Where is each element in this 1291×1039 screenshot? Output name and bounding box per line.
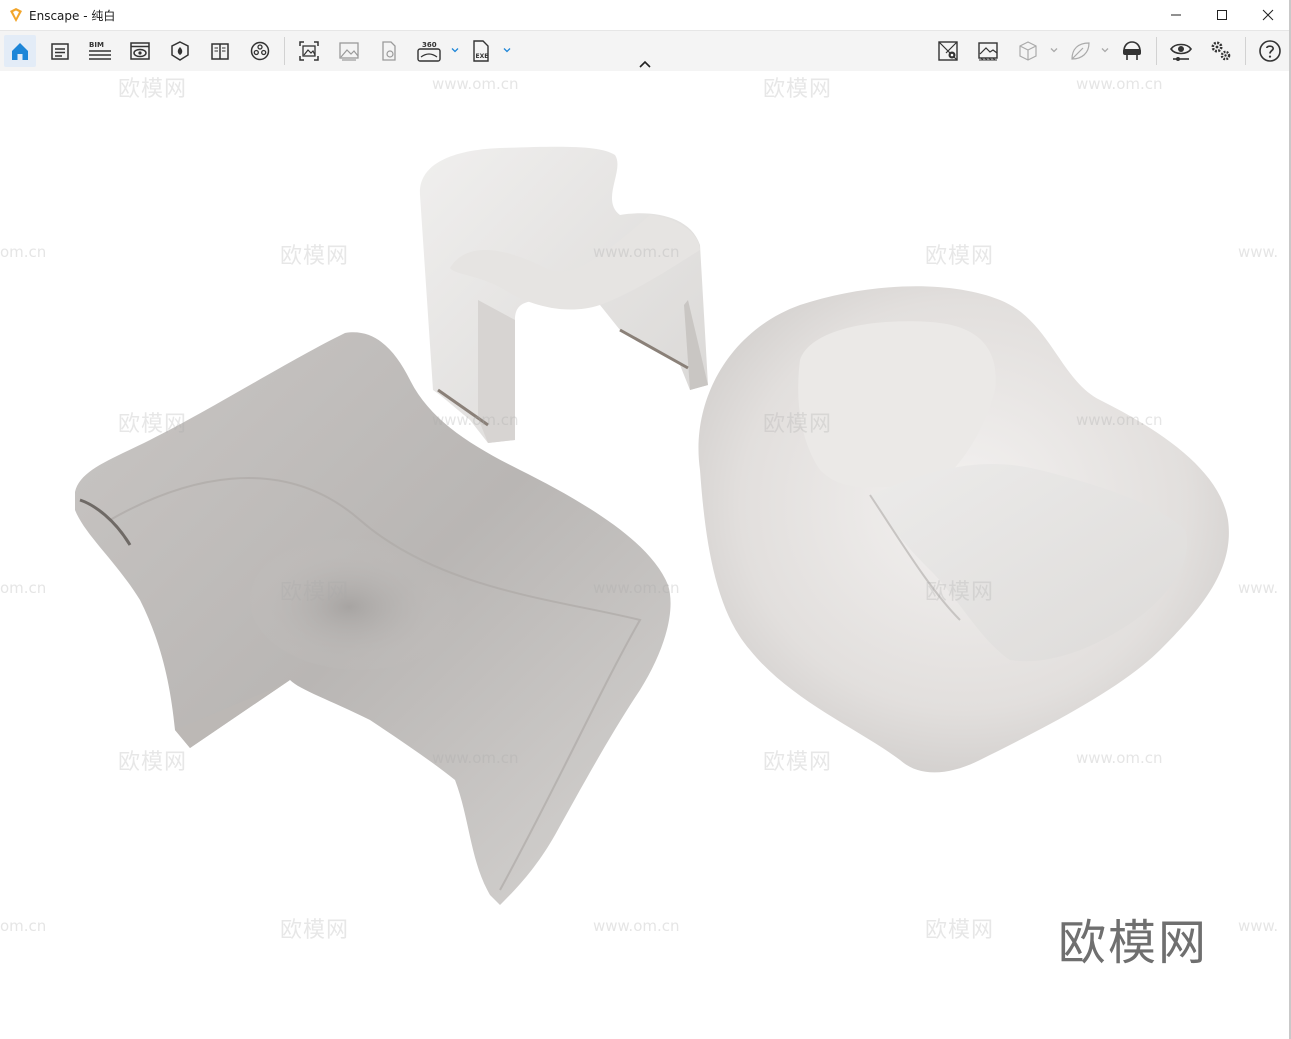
maximize-button[interactable]: [1199, 0, 1245, 30]
watermark-url: www.om.cn: [593, 579, 680, 597]
bim-icon: BIM: [89, 41, 111, 60]
watermark-text: 欧模网: [280, 244, 350, 269]
vr-headset-icon: [1123, 41, 1141, 60]
watermark-text: 欧模网: [118, 412, 188, 437]
watermark-url: www.om.cn: [1076, 411, 1163, 429]
chevron-down-icon[interactable]: [450, 45, 460, 55]
watermark-text: 欧模网: [280, 580, 350, 605]
watermark-url-partial: www.: [1238, 917, 1279, 935]
watermark-text: 欧模网: [118, 750, 188, 775]
settings-button[interactable]: [1205, 35, 1237, 67]
watermark-text: 欧模网: [763, 412, 833, 437]
window-title: Enscape - 纯白: [29, 9, 116, 23]
chevron-down-icon[interactable]: [502, 45, 512, 55]
vr-headset-button[interactable]: [1116, 35, 1148, 67]
screenshot-button[interactable]: [293, 35, 325, 67]
collapse-toolbar-icon[interactable]: [637, 58, 653, 70]
project-info-button[interactable]: [44, 35, 76, 67]
asset-library-icon: [250, 41, 270, 61]
bim-button[interactable]: BIM: [84, 35, 116, 67]
toolbar-separator: [1156, 37, 1157, 65]
materials-button[interactable]: [164, 35, 196, 67]
watermark-text: 欧模网: [118, 77, 188, 102]
render-scene: [75, 146, 1229, 905]
stool-chair: [419, 146, 708, 443]
visual-settings-button[interactable]: [1165, 35, 1197, 67]
panorama-button[interactable]: [373, 35, 405, 67]
settings-icon: [1211, 41, 1231, 61]
home-button[interactable]: [4, 35, 36, 67]
cube-button[interactable]: [1012, 35, 1044, 67]
toolbar-separator: [1245, 37, 1246, 65]
views-button[interactable]: [124, 35, 156, 67]
chevron-down-icon[interactable]: [1049, 45, 1059, 55]
map-button[interactable]: [932, 35, 964, 67]
cube-icon: [1019, 41, 1037, 61]
watermark-url-partial: www.: [1238, 579, 1279, 597]
watermark-url-partial: om.cn: [0, 243, 47, 261]
exe-label: EXE: [476, 53, 489, 60]
leaf-button[interactable]: [1064, 35, 1096, 67]
watermark-text: 欧模网: [925, 918, 995, 943]
watermark-url: www.om.cn: [432, 749, 519, 767]
armchair: [698, 286, 1229, 773]
watermark-text: 欧模网: [280, 918, 350, 943]
watermark-url-partial: om.cn: [0, 917, 47, 935]
exe-export-icon: EXE: [473, 40, 489, 62]
screenshot-icon: [299, 41, 319, 61]
bim-label: BIM: [89, 41, 104, 49]
batch-render-button[interactable]: [333, 35, 365, 67]
360-label: 360: [422, 41, 437, 49]
title-bar: Enscape - 纯白: [0, 0, 1291, 31]
panorama-icon: [382, 41, 396, 61]
chevron-down-icon[interactable]: [1100, 45, 1110, 55]
materials-icon: [171, 41, 189, 61]
maximize-icon: [1217, 10, 1227, 20]
close-icon: [1262, 9, 1274, 21]
watermark-text: 欧模网: [925, 580, 995, 605]
visual-settings-icon: [1170, 43, 1192, 61]
render-viewport[interactable]: 欧模网 www.om.cn 欧模网 www.om.cn om.cn 欧模网 ww…: [0, 71, 1291, 1039]
library-icon: [211, 43, 229, 60]
watermark-text: 欧模网: [925, 244, 995, 269]
help-icon: [1259, 40, 1281, 62]
watermark-url: www.om.cn: [432, 411, 519, 429]
map-icon: [938, 41, 958, 61]
360-export-button[interactable]: 360: [413, 35, 445, 67]
toolbar-separator: [284, 37, 285, 65]
exe-export-button[interactable]: EXE: [465, 35, 497, 67]
asset-library-button[interactable]: [244, 35, 276, 67]
watermark-url: www.om.cn: [1076, 749, 1163, 767]
watermark-url: www.om.cn: [593, 243, 680, 261]
home-icon: [12, 43, 28, 60]
views-icon: [130, 42, 150, 60]
watermark-url: www.om.cn: [432, 75, 519, 93]
project-info-icon: [51, 43, 69, 60]
library-button[interactable]: [204, 35, 236, 67]
close-button[interactable]: [1245, 0, 1291, 30]
batch-render-icon: [339, 42, 359, 61]
watermark-url-partial: www.: [1238, 243, 1279, 261]
atmosphere-icon: [978, 42, 998, 61]
enscape-logo-icon: [10, 8, 22, 22]
atmosphere-button[interactable]: [972, 35, 1004, 67]
help-button[interactable]: [1254, 35, 1286, 67]
minimize-icon: [1171, 14, 1181, 16]
watermark-url: www.om.cn: [593, 917, 680, 935]
minimize-button[interactable]: [1153, 0, 1199, 30]
360-export-icon: 360: [417, 41, 441, 62]
watermark-url: www.om.cn: [1076, 75, 1163, 93]
watermark-url-partial: om.cn: [0, 579, 47, 597]
leaf-icon: [1071, 42, 1090, 60]
watermark-text: 欧模网: [763, 750, 833, 775]
watermark-text: 欧模网: [763, 77, 833, 102]
brand-watermark: 欧模网: [1058, 915, 1209, 971]
